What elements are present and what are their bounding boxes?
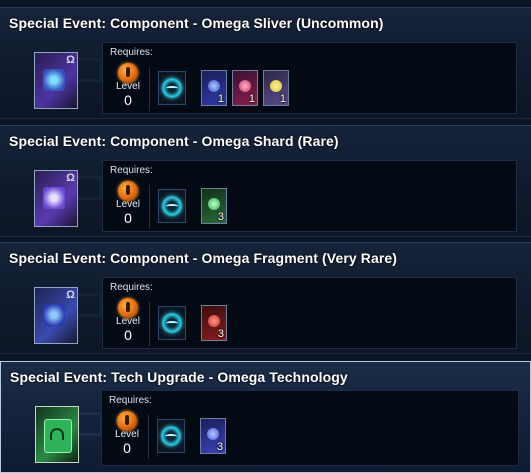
level-label: Level: [116, 199, 140, 210]
material-count: 1: [248, 93, 255, 105]
level-label: Level: [115, 429, 139, 440]
level-requirement: Level 0: [113, 181, 143, 229]
level-icon: [118, 181, 138, 201]
requirements-box: Requires: Level 0 1 1 1: [102, 42, 517, 114]
requires-label: Requires:: [110, 282, 153, 293]
connector-line: [78, 293, 102, 317]
omega-technology-icon: [35, 406, 79, 463]
omega-glyph: Ω: [66, 289, 75, 301]
level-requirement: Level 0: [112, 411, 142, 459]
connector-line: [78, 58, 102, 82]
connector-line: [78, 176, 102, 200]
level-icon: [118, 298, 138, 318]
level-value: 0: [124, 327, 132, 343]
recipe-title: Special Event: Component - Omega Sliver …: [9, 15, 384, 31]
requires-label: Requires:: [110, 47, 153, 58]
material-count: 1: [217, 93, 224, 105]
material-count: 1: [279, 93, 286, 105]
blue-material-icon[interactable]: 1: [201, 70, 227, 106]
level-requirement: Level 0: [113, 63, 143, 111]
red-material-icon[interactable]: 1: [232, 70, 258, 106]
crafting-ring-icon: [162, 196, 182, 216]
omega-symbol-icon: [50, 428, 64, 440]
divider: [149, 67, 150, 111]
omega-shard-icon: Ω: [34, 170, 78, 227]
ring-slot[interactable]: [157, 419, 185, 453]
red-material-icon[interactable]: 3: [201, 305, 227, 341]
divider: [148, 415, 149, 459]
ring-slot[interactable]: [158, 189, 186, 223]
recipe-panel-omega-fragment[interactable]: Special Event: Component - Omega Fragmen…: [0, 242, 531, 354]
divider: [149, 302, 150, 346]
ring-slot[interactable]: [158, 71, 186, 105]
connector-line: [79, 412, 103, 436]
requires-label: Requires:: [110, 165, 153, 176]
recipe-title: Special Event: Component - Omega Shard (…: [9, 133, 339, 149]
level-requirement: Level 0: [113, 298, 143, 346]
crafting-ring-icon: [162, 313, 182, 333]
crafting-ring-icon: [161, 426, 181, 446]
omega-glyph: Ω: [66, 172, 75, 184]
level-icon: [117, 411, 137, 431]
blue-material-icon[interactable]: 3: [200, 418, 226, 454]
divider: [149, 185, 150, 229]
material-count: 3: [216, 441, 223, 453]
recipe-panel-omega-sliver[interactable]: Special Event: Component - Omega Sliver …: [0, 7, 531, 119]
level-value: 0: [123, 440, 131, 456]
ring-slot[interactable]: [158, 306, 186, 340]
level-icon: [118, 63, 138, 83]
green-material-icon[interactable]: 3: [201, 188, 227, 224]
recipe-panel-omega-technology[interactable]: Special Event: Tech Upgrade - Omega Tech…: [0, 361, 531, 473]
crafting-ring-icon: [162, 78, 182, 98]
level-value: 0: [124, 210, 132, 226]
level-value: 0: [124, 92, 132, 108]
material-count: 3: [217, 328, 224, 340]
requirements-box: Requires: Level 0 3: [102, 160, 517, 232]
omega-glyph: Ω: [66, 54, 75, 66]
level-label: Level: [116, 81, 140, 92]
level-label: Level: [116, 316, 140, 327]
yellow-material-icon[interactable]: 1: [263, 70, 289, 106]
requirements-box: Requires: Level 0 3: [102, 277, 517, 349]
requirements-box: Requires: Level 0 3: [101, 390, 519, 466]
recipe-title: Special Event: Component - Omega Fragmen…: [9, 250, 398, 266]
recipe-panel-omega-shard[interactable]: Special Event: Component - Omega Shard (…: [0, 125, 531, 237]
omega-fragment-icon: Ω: [34, 287, 78, 344]
material-count: 3: [217, 211, 224, 223]
requires-label: Requires:: [109, 395, 152, 406]
omega-sliver-icon: Ω: [34, 52, 78, 109]
recipe-title: Special Event: Tech Upgrade - Omega Tech…: [10, 369, 348, 385]
